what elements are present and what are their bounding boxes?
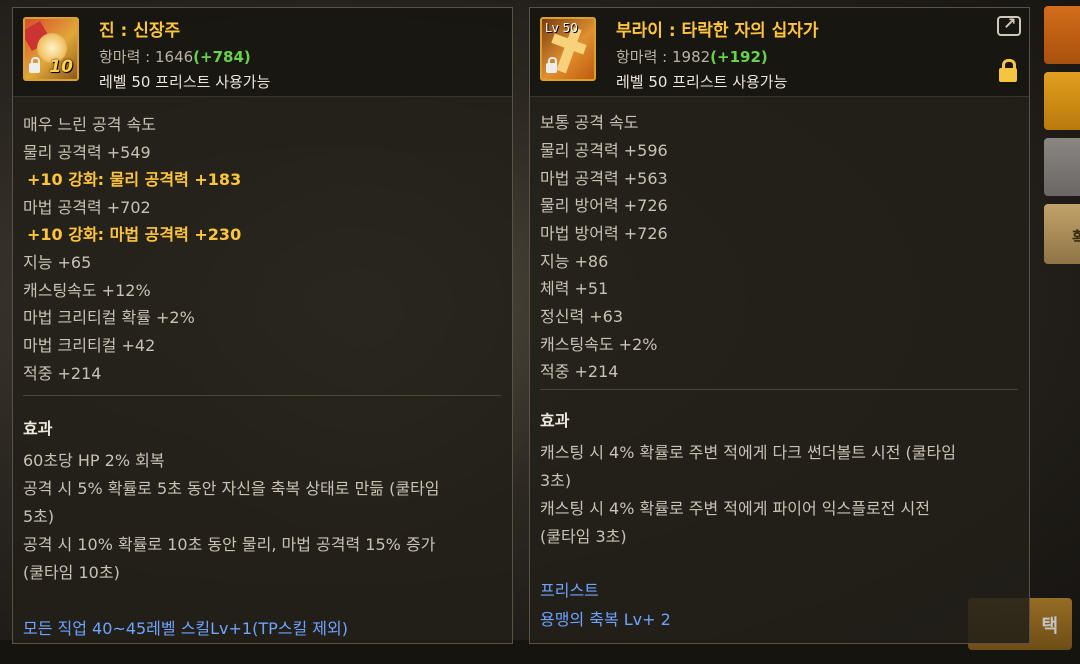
effect-line: 공격 시 10% 확률로 10초 동안 물리, 마법 공격력 15% 증가 — [23, 535, 436, 554]
anti-magic-power: 항마력 : 1646(+784) — [99, 46, 251, 67]
bottom-action-label: 택 — [1041, 616, 1058, 637]
stat-line: 마법 공격력 +563 — [540, 169, 668, 188]
stat-line: 지능 +86 — [540, 252, 609, 271]
share-icon[interactable] — [997, 14, 1021, 36]
item-icon-weapon: 10 — [23, 17, 79, 81]
stat-line: 마법 크리티컬 +42 — [23, 336, 156, 355]
class-label: 프리스트 — [540, 581, 599, 600]
power-bonus: (+784) — [193, 48, 251, 66]
stat-line: 지능 +65 — [23, 253, 92, 272]
divider — [540, 389, 1018, 390]
effect-line: 캐스팅 시 4% 확률로 주변 적에게 파이어 익스플로전 시전 — [540, 499, 930, 518]
upgrade-level: 10 — [49, 57, 73, 77]
stat-line: 물리 방어력 +726 — [540, 196, 668, 215]
lock-icon — [546, 57, 557, 73]
effect-line: (쿨타임 3초) — [540, 527, 627, 546]
effect-header: 효과 — [23, 419, 53, 438]
skill-bonus-line: 용맹의 축복 Lv+ 2 — [540, 610, 671, 629]
effect-line: 공격 시 5% 확률로 5초 동안 자신을 축복 상태로 만듦 (쿨타임 — [23, 479, 440, 498]
anti-magic-power: 항마력 : 1982(+192) — [616, 46, 768, 67]
stat-line: 캐스팅속도 +2% — [540, 335, 658, 354]
requirement: 레벨 50 프리스트 사용가능 — [616, 73, 788, 91]
side-tab-button-4-label: 확 — [1072, 228, 1080, 247]
skill-bonus-line: 모든 직업 40~45레벨 스킬Lv+1(TP스킬 제외) — [23, 619, 348, 638]
lock-toggle-icon[interactable] — [999, 59, 1017, 82]
tooltip-header: 10 진 : 신장주 항마력 : 1646(+784) 레벨 50 프리스트 사… — [13, 8, 512, 97]
power-value: 항마력 : 1646 — [99, 48, 194, 66]
effect-line: 5초) — [23, 507, 55, 526]
stat-line: 캐스팅속도 +12% — [23, 281, 151, 300]
enhance-line: +10 강화: 마법 공격력 +230 — [27, 225, 242, 244]
stat-line: 물리 공격력 +549 — [23, 143, 151, 162]
stat-line: 정신력 +63 — [540, 307, 624, 326]
effect-line: (쿨타임 10초) — [23, 563, 120, 582]
stat-line: 매우 느린 공격 속도 — [23, 115, 157, 134]
stat-line: 적중 +214 — [23, 364, 102, 383]
power-value: 항마력 : 1982 — [616, 48, 711, 66]
item-tooltip-right: Lv 50 부라이 : 타락한 자의 십자가 항마력 : 1982(+192) … — [529, 7, 1030, 644]
stat-line: 보통 공격 속도 — [540, 113, 639, 132]
divider — [23, 395, 501, 396]
stat-line: 마법 방어력 +726 — [540, 224, 668, 243]
effect-line: 캐스팅 시 4% 확률로 주변 적에게 다크 썬더볼트 시전 (쿨타임 — [540, 443, 956, 462]
lock-icon — [29, 57, 40, 73]
power-bonus: (+192) — [710, 48, 768, 66]
stat-line: 마법 공격력 +702 — [23, 198, 151, 217]
enhance-line: +10 강화: 물리 공격력 +183 — [27, 170, 242, 189]
requirement: 레벨 50 프리스트 사용가능 — [99, 73, 271, 91]
item-name: 진 : 신장주 — [99, 21, 181, 41]
item-tooltip-left: 10 진 : 신장주 항마력 : 1646(+784) 레벨 50 프리스트 사… — [12, 7, 513, 644]
tooltip-header: Lv 50 부라이 : 타락한 자의 십자가 항마력 : 1982(+192) … — [530, 8, 1029, 97]
side-tab-button-3[interactable] — [1044, 138, 1080, 196]
stat-line: 마법 크리티컬 확률 +2% — [23, 308, 195, 327]
item-level-label: Lv 50 — [545, 21, 578, 35]
stat-line: 체력 +51 — [540, 279, 609, 298]
effect-line: 3초) — [540, 471, 572, 490]
item-name: 부라이 : 타락한 자의 십자가 — [616, 21, 819, 41]
effect-header: 효과 — [540, 411, 570, 430]
side-tab-button-2[interactable] — [1044, 72, 1080, 130]
side-tab-button-1[interactable] — [1044, 6, 1080, 64]
effect-line: 60초당 HP 2% 회복 — [23, 451, 165, 470]
stat-line: 적중 +214 — [540, 362, 619, 381]
stat-line: 물리 공격력 +596 — [540, 141, 668, 160]
item-icon-cross: Lv 50 — [540, 17, 596, 81]
